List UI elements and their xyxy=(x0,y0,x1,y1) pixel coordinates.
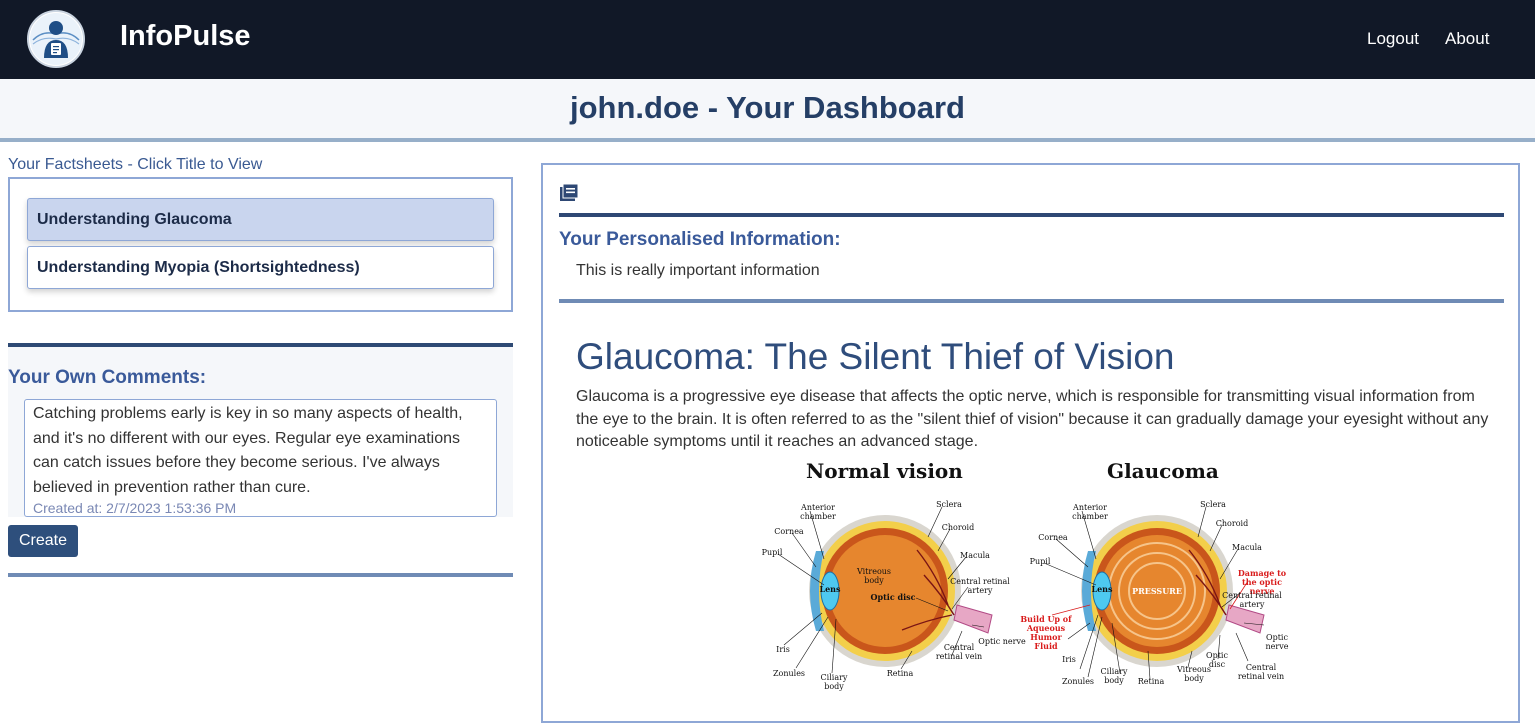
label-optic-nerve: Optic nerve xyxy=(1265,633,1289,651)
label-sclera: Sclera xyxy=(1200,500,1226,509)
label-anterior-chamber: Anterior chamber xyxy=(1072,503,1108,521)
book-icon[interactable] xyxy=(560,183,579,201)
label-cornea: Cornea xyxy=(774,527,804,536)
personal-info-text: This is really important information xyxy=(576,262,820,279)
dashboard-title-bar: john.doe - Your Dashboard xyxy=(0,79,1535,142)
label-pressure: PRESSURE xyxy=(1132,586,1182,596)
label-retina: Retina xyxy=(886,669,914,678)
nav-about-link[interactable]: About xyxy=(1445,29,1489,49)
factsheets-heading: Your Factsheets - Click Title to View xyxy=(8,156,263,173)
personal-info-heading: Your Personalised Information: xyxy=(559,229,841,250)
factsheets-section: Your Factsheets - Click Title to View Un… xyxy=(8,154,513,312)
label-central-retinal-artery: Central retinal artery xyxy=(950,577,1010,595)
app-logo-icon[interactable] xyxy=(27,10,85,68)
label-choroid: Choroid xyxy=(941,523,975,532)
nav-logout-link[interactable]: Logout xyxy=(1367,29,1419,49)
label-macula: Macula xyxy=(960,551,990,560)
factsheet-viewer: Your Personalised Information: This is r… xyxy=(541,163,1520,723)
article-body: Glaucoma is a progressive eye disease th… xyxy=(576,388,1489,450)
label-lens: Lens xyxy=(819,584,841,594)
label-pupil: Pupil xyxy=(1029,557,1051,566)
page-title: john.doe - Your Dashboard xyxy=(570,90,965,125)
label-central-retinal-vein: Central retinal vein xyxy=(1237,663,1285,681)
factsheet-item-glaucoma[interactable]: Understanding Glaucoma xyxy=(27,198,494,241)
label-optic-disc: Optic disc xyxy=(1206,651,1228,669)
label-central-retinal-artery: Central retinal artery xyxy=(1222,591,1282,609)
label-pupil: Pupil xyxy=(761,548,783,557)
divider xyxy=(8,573,513,577)
label-ciliary-body: Ciliary body xyxy=(820,673,848,691)
factsheets-list: Understanding Glaucoma Understanding Myo… xyxy=(8,177,513,312)
label-ciliary-body: Ciliary body xyxy=(1100,667,1128,685)
article-title: Glaucoma: The Silent Thief of Vision xyxy=(576,336,1175,377)
comment-text: Catching problems early is key in so man… xyxy=(33,405,463,496)
label-zonules: Zonules xyxy=(772,669,806,678)
label-zonules: Zonules xyxy=(1061,677,1095,686)
label-iris: Iris xyxy=(1062,655,1076,664)
brand-name[interactable]: InfoPulse xyxy=(120,20,251,53)
factsheet-item-myopia[interactable]: Understanding Myopia (Shortsightedness) xyxy=(27,246,494,289)
comments-section: Your Own Comments: Catching problems ear… xyxy=(8,343,513,517)
label-sclera: Sclera xyxy=(936,500,962,509)
label-choroid: Choroid xyxy=(1215,519,1249,528)
divider xyxy=(559,299,1504,303)
label-lens: Lens xyxy=(1091,584,1113,594)
label-macula: Macula xyxy=(1232,543,1262,552)
comments-heading: Your Own Comments: xyxy=(8,367,207,388)
comment-date: Created at: 2/7/2023 1:53:36 PM xyxy=(33,500,237,516)
divider xyxy=(559,213,1504,217)
label-retina: Retina xyxy=(1137,677,1165,686)
label-anterior-chamber: Anterior chamber xyxy=(800,503,836,521)
label-aqueous-buildup: Build Up of Aqueous Humor Fluid xyxy=(1020,614,1072,651)
label-vitreous-body: Vitreous body xyxy=(856,567,892,585)
create-comment-button[interactable]: Create xyxy=(8,525,78,557)
label-optic-disc: Optic disc xyxy=(870,592,916,602)
label-central-retinal-vein: Central retinal vein xyxy=(935,643,983,661)
eye-comparison-figure: Normal vision Glaucoma Anterior chamber … xyxy=(752,455,1312,695)
comment-card: Catching problems early is key in so man… xyxy=(24,399,497,517)
top-navbar: InfoPulse Logout About xyxy=(0,0,1535,79)
label-iris: Iris xyxy=(776,645,790,654)
label-cornea: Cornea xyxy=(1038,533,1068,542)
